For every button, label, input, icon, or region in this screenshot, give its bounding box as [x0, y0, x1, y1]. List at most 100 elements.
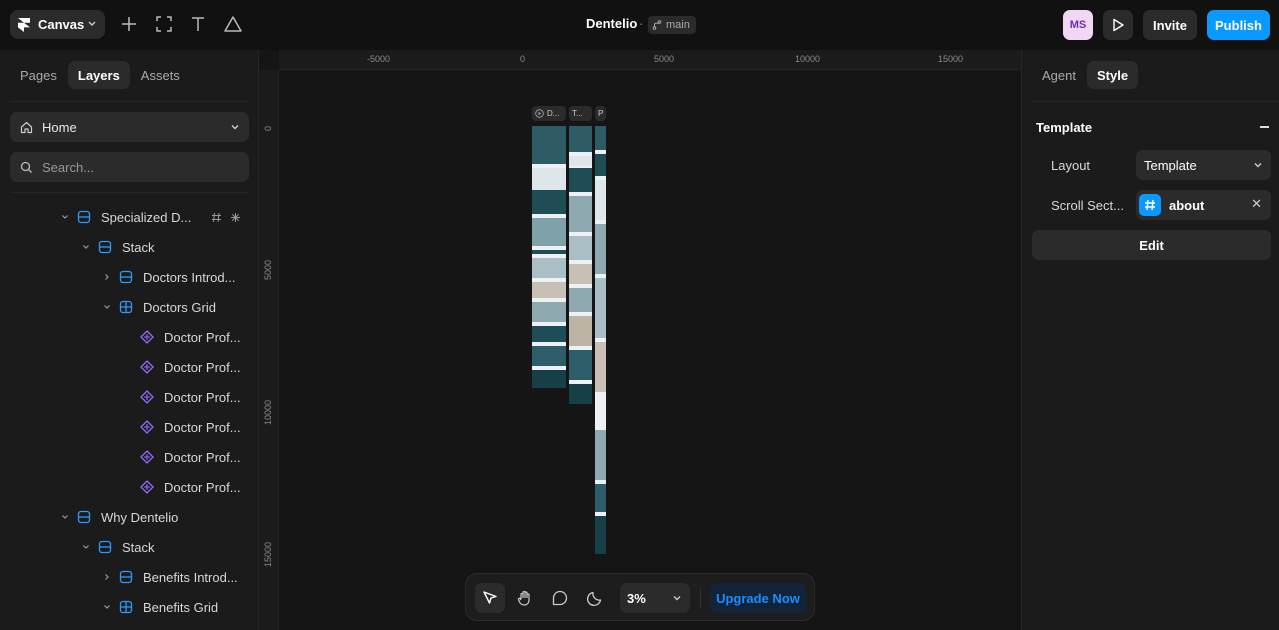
design-canvas[interactable]: -5000 0 5000 10000 15000 0 5000 10000 15…	[259, 50, 1021, 630]
ruler-tick: 15000	[263, 541, 273, 567]
stack-icon	[119, 570, 133, 584]
chevron-down-icon	[1254, 163, 1262, 168]
collapse-section-icon[interactable]	[1260, 126, 1269, 128]
upgrade-button[interactable]: Upgrade Now	[710, 583, 806, 613]
canvas-menu-button[interactable]: Canvas	[10, 10, 105, 39]
ruler-tick: 10000	[795, 54, 821, 64]
tablet-frame-preview[interactable]	[569, 126, 592, 404]
section-title: Template	[1036, 120, 1093, 135]
frame-label-text: T...	[572, 109, 583, 118]
layer-row[interactable]: Doctors Introd...	[0, 262, 258, 292]
ruler-tick: 0	[263, 125, 273, 131]
ruler-tick: 15000	[938, 54, 964, 64]
layer-label: Doctor Prof...	[164, 389, 241, 405]
chevron-down-icon[interactable]	[102, 302, 112, 312]
text-tool-icon[interactable]	[188, 14, 208, 34]
bottom-toolbar: 3% Upgrade Now	[465, 573, 815, 621]
hand-icon	[517, 590, 530, 606]
chevron-down-icon[interactable]	[60, 512, 70, 522]
zoom-value: 3%	[627, 590, 646, 606]
user-avatar[interactable]: MS	[1063, 10, 1093, 40]
scroll-section-field[interactable]: about ✕	[1136, 190, 1271, 220]
chevron-right-icon[interactable]	[102, 272, 112, 282]
chevron-down-icon[interactable]	[60, 212, 70, 222]
layer-row[interactable]: Doctor Prof...	[0, 382, 258, 412]
layer-search-input[interactable]: Search...	[10, 152, 249, 182]
sparkle-icon[interactable]	[230, 212, 241, 223]
zoom-select[interactable]: 3%	[620, 583, 690, 613]
avatar-initials: MS	[1069, 19, 1087, 31]
layer-row[interactable]: Benefits Grid	[0, 592, 258, 622]
chevron-down-icon[interactable]	[102, 602, 112, 612]
layer-row[interactable]: Specialized D...	[0, 202, 258, 232]
scroll-section-label: Scroll Sect...	[1051, 198, 1124, 213]
layer-label: Doctor Prof...	[164, 419, 241, 435]
tab-assets[interactable]: Assets	[131, 61, 190, 89]
layer-row[interactable]: Doctor Prof...	[0, 322, 258, 352]
desktop-frame-preview[interactable]	[532, 126, 566, 388]
layout-label: Layout	[1051, 158, 1091, 173]
layer-label: Why Dentelio	[101, 509, 179, 525]
layer-label: Doctors Introd...	[143, 269, 236, 285]
frame-label-desktop[interactable]: D...	[532, 106, 566, 121]
comment-tool-button[interactable]	[545, 583, 575, 613]
layer-row[interactable]: Stack	[0, 532, 258, 562]
select-tool-button[interactable]	[475, 583, 505, 613]
layer-row[interactable]: Doctor Prof...	[0, 352, 258, 382]
layer-row[interactable]: Benefits Introd...	[0, 562, 258, 592]
chevron-right-icon[interactable]	[102, 572, 112, 582]
frame-tool-icon[interactable]	[154, 14, 174, 34]
stack-icon	[98, 240, 112, 254]
invite-button[interactable]: Invite	[1143, 10, 1197, 40]
phone-frame-preview[interactable]	[595, 126, 606, 554]
page-select-label: Home	[42, 119, 77, 135]
horizontal-ruler: -5000 0 5000 10000 15000	[279, 50, 1021, 70]
layer-row[interactable]: Doctor Prof...	[0, 412, 258, 442]
preview-button[interactable]	[1103, 10, 1133, 40]
layer-row[interactable]: Doctor Prof...	[0, 472, 258, 502]
document-title[interactable]: Dentelio	[586, 16, 637, 31]
branch-badge[interactable]: main	[648, 16, 696, 34]
clear-icon[interactable]: ✕	[1251, 196, 1262, 212]
page-select[interactable]: Home	[10, 112, 249, 142]
left-panel: Pages Layers Assets Home Search... Speci…	[0, 50, 259, 630]
frame-label-phone[interactable]: P	[595, 106, 606, 121]
tab-agent[interactable]: Agent	[1032, 61, 1086, 89]
layer-row[interactable]: Doctor Prof...	[0, 442, 258, 472]
tab-pages[interactable]: Pages	[10, 61, 67, 89]
chevron-down-icon[interactable]	[81, 242, 91, 252]
divider	[1032, 101, 1279, 102]
scroll-section-value: about	[1169, 197, 1205, 213]
layout-select[interactable]: Template	[1136, 150, 1271, 180]
ruler-tick: 10000	[263, 399, 273, 425]
play-icon	[1113, 18, 1124, 32]
insert-plus-icon[interactable]	[119, 14, 139, 34]
layout-value: Template	[1144, 157, 1197, 173]
divider	[10, 192, 249, 193]
chevron-down-icon	[231, 125, 239, 130]
layer-label: Specialized D...	[101, 209, 192, 225]
layer-row[interactable]: Doctors Grid	[0, 292, 258, 322]
edit-button[interactable]: Edit	[1032, 230, 1271, 260]
comment-icon	[552, 590, 568, 606]
chevron-down-icon[interactable]	[81, 542, 91, 552]
chevron-down-icon	[673, 596, 681, 601]
layer-label: Doctor Prof...	[164, 449, 241, 465]
search-icon	[20, 161, 32, 173]
hand-tool-button[interactable]	[510, 583, 540, 613]
publish-button[interactable]: Publish	[1207, 10, 1270, 40]
layer-label: Doctor Prof...	[164, 359, 241, 375]
frame-label-text: D...	[547, 109, 560, 118]
stack-icon	[77, 210, 91, 224]
tab-style[interactable]: Style	[1086, 61, 1139, 89]
dark-mode-toggle[interactable]	[580, 583, 610, 613]
vector-tool-icon[interactable]	[223, 14, 243, 34]
layer-row[interactable]: Stack	[0, 232, 258, 262]
layer-row[interactable]: Why Dentelio	[0, 502, 258, 532]
frame-label-tablet[interactable]: T...	[569, 106, 592, 121]
ruler-tick: 5000	[263, 259, 273, 280]
grid-icon	[119, 300, 133, 314]
hash-icon[interactable]	[211, 212, 222, 223]
component-icon	[140, 360, 154, 374]
tab-layers[interactable]: Layers	[67, 61, 130, 89]
